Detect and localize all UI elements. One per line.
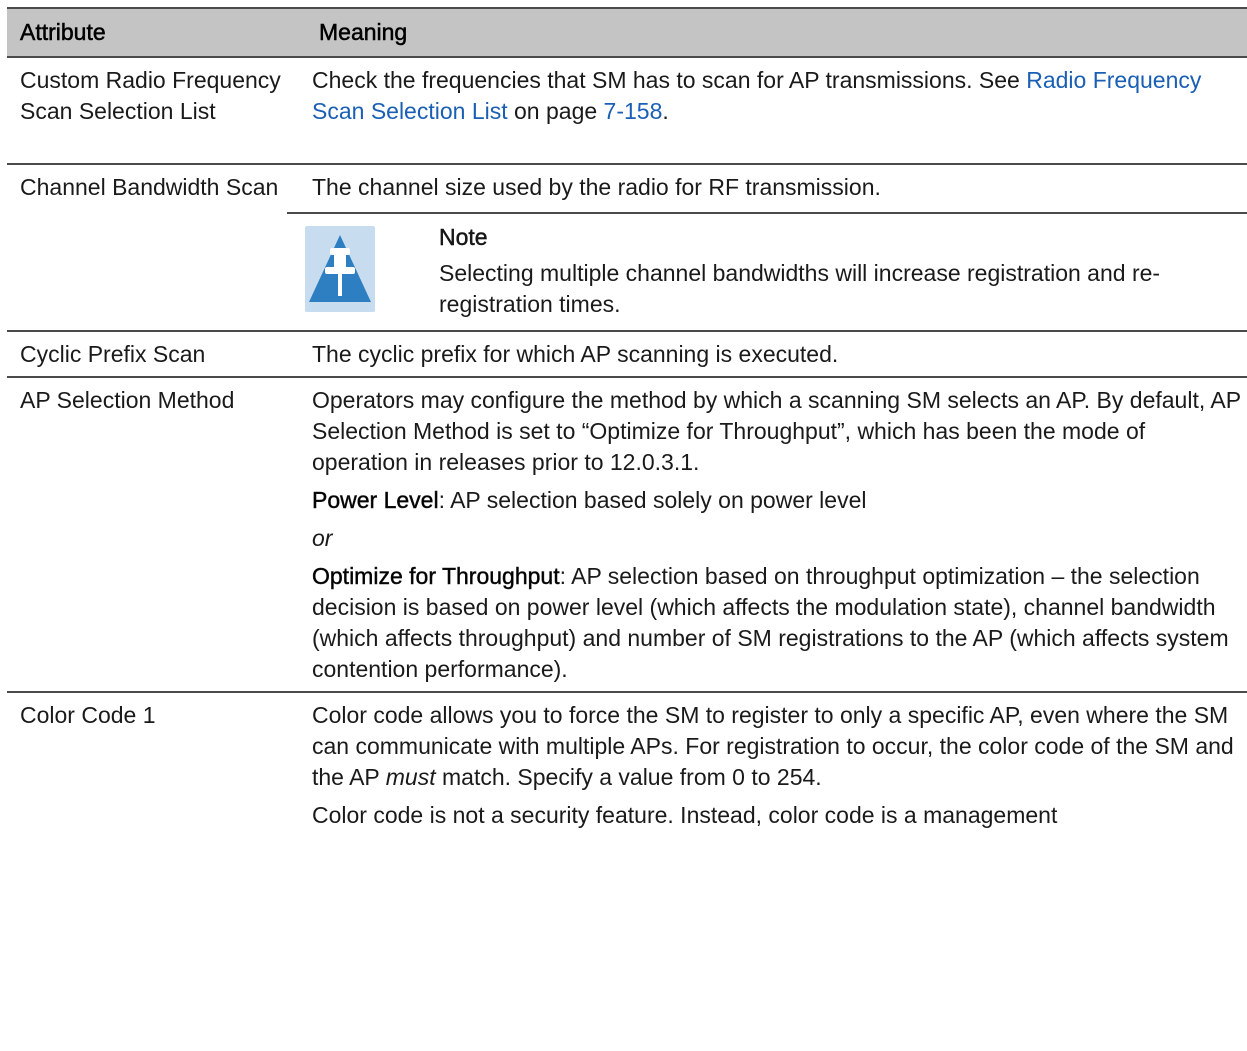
attribute-cell: Color Code 1 xyxy=(7,692,306,837)
header-meaning: Meaning xyxy=(306,7,1247,58)
meaning-paragraph: Color code allows you to force the SM to… xyxy=(312,702,1234,790)
meaning-text: The channel size used by the radio for R… xyxy=(312,174,881,200)
meaning-paragraph: Optimize for Throughput: AP selection ba… xyxy=(312,563,1229,682)
attribute-name: Custom Radio Frequency Scan Selection Li… xyxy=(20,67,281,124)
attribute-name: Cyclic Prefix Scan xyxy=(20,341,206,367)
meaning-cell: The channel size used by the radio for R… xyxy=(287,164,1247,332)
header-attribute: Attribute xyxy=(7,7,306,58)
attribute-table: Attribute Meaning Custom Radio Frequency… xyxy=(7,7,1247,837)
table-row: AP Selection Method Operators may config… xyxy=(7,377,1247,693)
meaning-text: The cyclic prefix for which AP scanning … xyxy=(312,341,839,367)
table-row: Cyclic Prefix Scan The cyclic prefix for… xyxy=(7,331,1247,378)
note-box: Note Selecting multiple channel bandwidt… xyxy=(287,212,1247,324)
meaning-cell: Operators may configure the method by wh… xyxy=(306,377,1247,693)
table-header-row: Attribute Meaning xyxy=(7,7,1247,58)
meaning-cell: Color code allows you to force the SM to… xyxy=(306,692,1247,837)
attribute-cell: Custom Radio Frequency Scan Selection Li… xyxy=(7,57,306,165)
table-row: Color Code 1 Color code allows you to fo… xyxy=(7,692,1247,837)
note-title: Note xyxy=(439,224,488,250)
meaning-cell: The cyclic prefix for which AP scanning … xyxy=(306,331,1247,378)
meaning-paragraph: Power Level: AP selection based solely o… xyxy=(312,487,867,514)
attribute-cell: Channel Bandwidth Scan xyxy=(7,164,306,332)
attribute-name: Channel Bandwidth Scan xyxy=(20,174,279,200)
term-optimize-throughput: Optimize for Throughput xyxy=(312,563,560,590)
table-row: Channel Bandwidth Scan The channel size … xyxy=(7,164,1247,332)
term-power-level: Power Level xyxy=(312,487,439,514)
note-text: Selecting multiple channel bandwidths wi… xyxy=(439,260,1161,317)
page-link[interactable]: 7-158 xyxy=(604,98,663,124)
attribute-cell: AP Selection Method xyxy=(7,377,306,693)
meaning-cell: Check the frequencies that SM has to sca… xyxy=(306,57,1247,165)
meaning-paragraph: or xyxy=(312,525,333,551)
meaning-paragraph: Color code is not a security feature. In… xyxy=(312,802,1058,828)
attribute-name: AP Selection Method xyxy=(20,387,235,413)
attribute-name: Color Code 1 xyxy=(20,702,156,728)
table-row: Custom Radio Frequency Scan Selection Li… xyxy=(7,57,1247,165)
meaning-paragraph: Operators may configure the method by wh… xyxy=(312,387,1241,475)
attribute-cell: Cyclic Prefix Scan xyxy=(7,331,306,378)
pushpin-icon xyxy=(305,226,375,312)
